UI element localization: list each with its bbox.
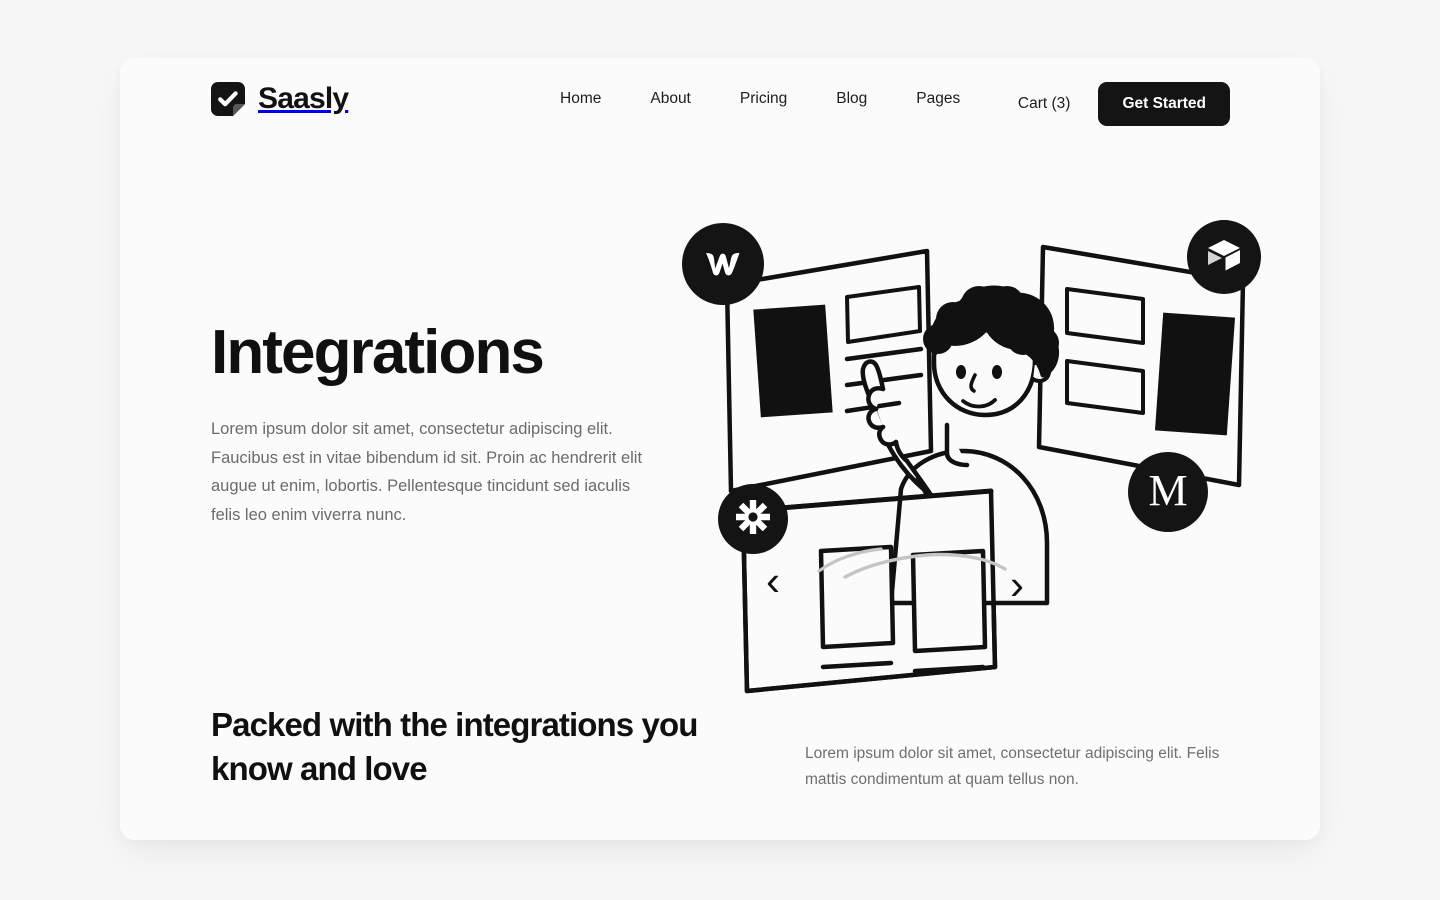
- asterisk-icon: [733, 497, 773, 542]
- nav-item-home[interactable]: Home: [560, 91, 601, 107]
- carousel-prev-arrow: ‹: [766, 557, 780, 604]
- cart-link[interactable]: Cart (3): [1018, 95, 1071, 113]
- carousel-next-arrow: ›: [1010, 561, 1024, 608]
- nav-item-pages[interactable]: Pages: [916, 91, 960, 107]
- brand-logo[interactable]: Saasly: [211, 82, 349, 116]
- header-actions: Cart (3) Get Started: [1018, 82, 1230, 126]
- checkmark-square-icon: [211, 82, 245, 116]
- main-nav: Home About Pricing Blog Pages: [560, 91, 960, 107]
- bottom-heading: Packed with the integrations you know an…: [211, 706, 698, 787]
- nav-item-pricing[interactable]: Pricing: [740, 91, 787, 107]
- hero-description: Lorem ipsum dolor sit amet, consectetur …: [211, 420, 643, 524]
- nav-item-blog[interactable]: Blog: [836, 91, 867, 107]
- site-header: Saasly Home About Pricing Blog Pages Car…: [120, 58, 1320, 148]
- page-title: Integrations: [211, 318, 545, 387]
- integration-badge-webflow[interactable]: [682, 223, 764, 305]
- cube-box-icon: [1204, 235, 1244, 280]
- page-card: Saasly Home About Pricing Blog Pages Car…: [120, 58, 1320, 840]
- integration-badge-box[interactable]: [1187, 220, 1261, 294]
- nav-item-about[interactable]: About: [650, 91, 691, 107]
- integration-badge-medium[interactable]: M: [1128, 452, 1208, 532]
- integration-badge-asterisk[interactable]: [718, 484, 788, 554]
- hero-text-block: Integrations Lorem ipsum dolor sit amet,…: [211, 320, 661, 529]
- brand-name: Saasly: [258, 82, 349, 115]
- get-started-button[interactable]: Get Started: [1098, 82, 1230, 126]
- webflow-w-icon: [701, 240, 745, 289]
- bottom-description: Lorem ipsum dolor sit amet, consectetur …: [805, 745, 1220, 788]
- medium-m-icon: M: [1148, 466, 1188, 515]
